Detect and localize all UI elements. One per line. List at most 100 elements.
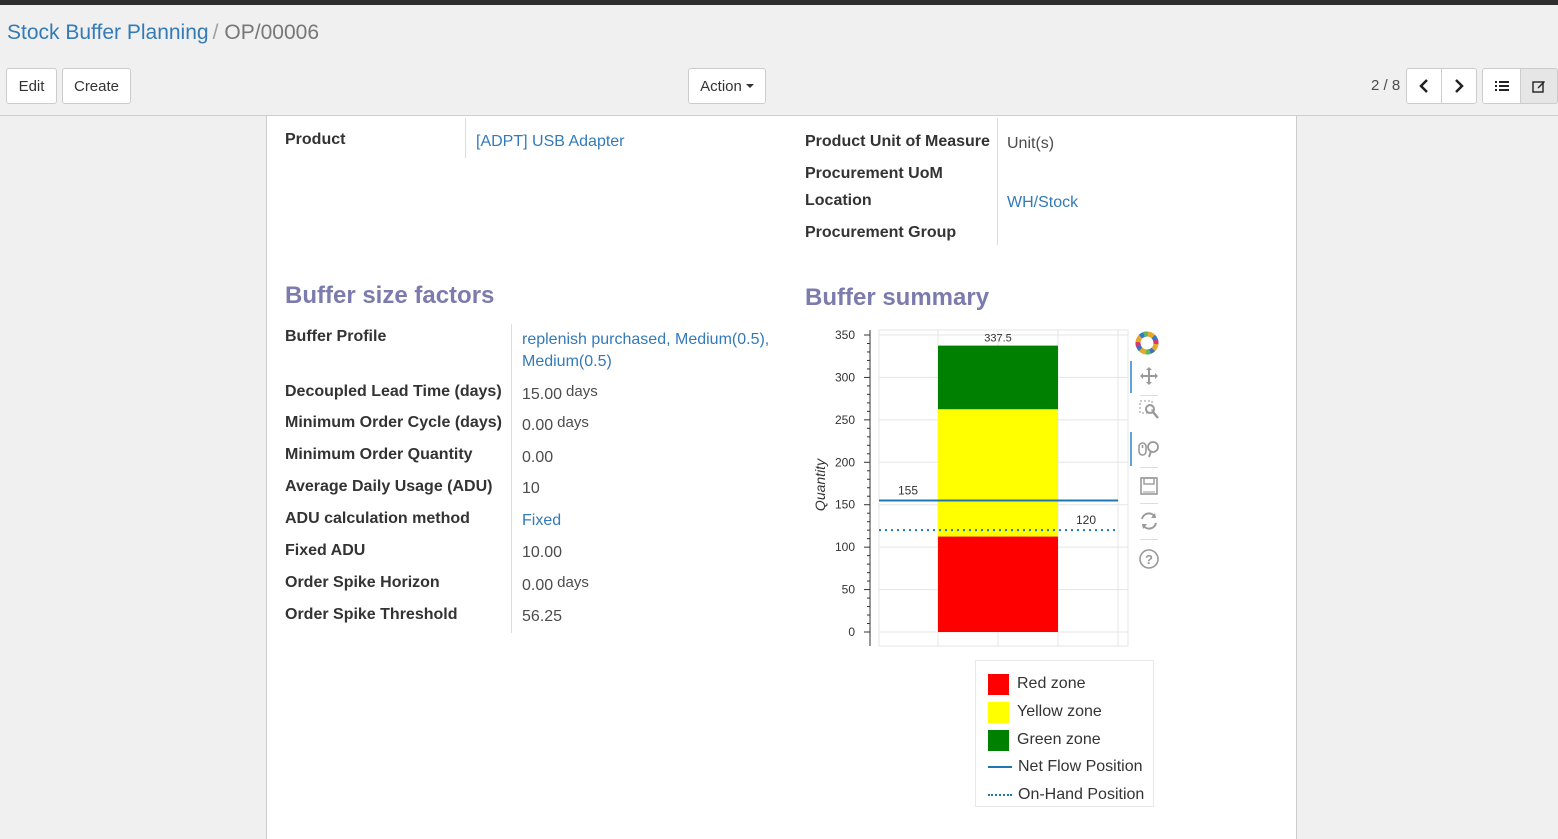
box-zoom-icon[interactable] xyxy=(1137,398,1161,422)
wheel-zoom-icon[interactable] xyxy=(1137,437,1161,461)
legend-label: Net Flow Position xyxy=(1018,758,1143,775)
y-tick-label: 150 xyxy=(835,498,855,512)
legend-label: Red zone xyxy=(1017,675,1086,692)
adu-value: 10 xyxy=(522,480,540,497)
line-data-label: 155 xyxy=(898,483,918,497)
legend-item-on-hand[interactable]: On-Hand Position xyxy=(988,784,1144,806)
red-zone-swatch xyxy=(988,673,1009,695)
chart-bars: 112.5262.5337.5 xyxy=(938,333,1058,632)
clipped-field-text: . . . . . . . xyxy=(1060,106,1115,116)
breadcrumb: Stock Buffer Planning / OP/00006 xyxy=(7,21,319,45)
pan-icon[interactable] xyxy=(1137,364,1161,388)
net-flow-line-swatch xyxy=(988,766,1012,768)
action-label: Action xyxy=(700,77,742,95)
green-zone-swatch xyxy=(988,729,1009,751)
chevron-left-icon xyxy=(1419,79,1428,93)
list-view-button[interactable] xyxy=(1482,68,1521,104)
procurement-group-label: Procurement Group xyxy=(805,224,957,241)
reset-icon[interactable] xyxy=(1137,509,1161,533)
save-icon[interactable] xyxy=(1137,474,1161,498)
edit-icon xyxy=(1532,81,1545,93)
order-spike-horizon-number: 0.00 xyxy=(522,577,554,594)
order-spike-threshold-value: 56.25 xyxy=(522,608,563,625)
control-panel: Stock Buffer Planning / OP/00006 xyxy=(0,5,1558,116)
active-tool-indicator xyxy=(1130,432,1132,466)
adu-method-value-link[interactable]: Fixed xyxy=(522,512,561,530)
create-button[interactable]: Create xyxy=(62,68,131,104)
toolbar-divider xyxy=(1140,467,1158,468)
field-divider xyxy=(997,118,998,245)
legend-item-green-zone[interactable]: Green zone xyxy=(988,729,1101,751)
on-hand-line-swatch xyxy=(988,794,1012,796)
bar-data-label: 337.5 xyxy=(984,333,1012,345)
chart-axis: 0 50 100 150 200 250 300 350 xyxy=(835,328,871,646)
y-tick-label: 200 xyxy=(835,455,855,469)
fixed-adu-value: 10.00 xyxy=(522,544,563,561)
toolbar-divider xyxy=(1140,539,1158,540)
line-data-label: 120 xyxy=(1076,513,1096,527)
legend-item-red-zone[interactable]: Red zone xyxy=(988,673,1086,695)
decoupled-lead-time-label: Decoupled Lead Time (days) xyxy=(285,383,502,400)
location-value-link[interactable]: WH/Stock xyxy=(1007,194,1078,212)
field-divider xyxy=(511,324,512,633)
product-uom-label: Product Unit of Measure xyxy=(805,133,990,150)
min-order-cycle-label: Minimum Order Cycle (days) xyxy=(285,414,502,431)
procurement-uom-label: Procurement UoM xyxy=(805,165,943,182)
list-icon xyxy=(1494,81,1509,91)
buffer-summary-title: Buffer summary xyxy=(805,284,990,311)
breadcrumb-current: OP/00006 xyxy=(224,21,319,44)
adu-label: Average Daily Usage (ADU) xyxy=(285,478,493,495)
y-tick-label: 100 xyxy=(835,540,855,554)
y-axis-label: Quantity xyxy=(812,458,828,511)
buffer-summary-chart: 112.5262.5337.5 155 120 0 50 100 150 200 250 30… xyxy=(812,328,1129,647)
unit-label: days xyxy=(557,574,589,591)
pager-next-button[interactable] xyxy=(1441,68,1477,104)
legend-item-net-flow[interactable]: Net Flow Position xyxy=(988,756,1143,778)
decoupled-lead-time-number: 15.00 xyxy=(522,386,563,403)
svg-text:?: ? xyxy=(1145,552,1153,567)
unit-label: days xyxy=(566,383,598,400)
pager-previous-button[interactable] xyxy=(1406,68,1442,104)
bokeh-logo-icon[interactable] xyxy=(1135,331,1159,355)
order-spike-horizon-value: 0.00 days xyxy=(522,574,589,594)
bar-green-zone xyxy=(938,345,1058,410)
legend-label: Yellow zone xyxy=(1017,703,1102,720)
min-order-cycle-value: 0.00 days xyxy=(522,414,589,434)
bar-yellow-zone xyxy=(938,409,1058,537)
active-tool-indicator xyxy=(1130,361,1132,393)
legend-label: Green zone xyxy=(1017,731,1101,748)
breadcrumb-parent-link[interactable]: Stock Buffer Planning xyxy=(7,21,209,44)
form-view-button[interactable] xyxy=(1520,68,1558,104)
y-tick-label: 350 xyxy=(835,328,855,342)
buffer-profile-line-2: Medium(0.5) xyxy=(522,353,612,370)
buffer-profile-value-link[interactable]: replenish purchased, Medium(0.5), Medium… xyxy=(522,331,769,371)
bar-red-zone xyxy=(938,536,1058,632)
min-order-qty-label: Minimum Order Quantity xyxy=(285,446,473,463)
buffer-profile-line-1: replenish purchased, Medium(0.5), xyxy=(522,331,770,348)
action-dropdown-button[interactable]: Action xyxy=(688,68,766,104)
order-spike-threshold-label: Order Spike Threshold xyxy=(285,606,458,623)
legend-label: On-Hand Position xyxy=(1018,786,1145,803)
order-spike-horizon-label: Order Spike Horizon xyxy=(285,574,440,591)
location-label: Location xyxy=(805,192,872,209)
caret-down-icon xyxy=(745,84,754,88)
buffer-profile-label: Buffer Profile xyxy=(285,328,387,345)
min-order-qty-value: 0.00 xyxy=(522,449,554,466)
y-tick-label: 50 xyxy=(842,583,856,597)
chart-legend: Red zone Yellow zone Green zone Net Flow… xyxy=(975,660,1154,807)
breadcrumb-separator: / xyxy=(212,21,219,44)
yellow-zone-swatch xyxy=(988,701,1009,723)
decoupled-lead-time-value: 15.00 days xyxy=(522,383,598,403)
min-order-cycle-number: 0.00 xyxy=(522,417,554,434)
pager-value: 2 / 8 xyxy=(1371,77,1401,94)
y-tick-label: 0 xyxy=(848,625,855,639)
fixed-adu-label: Fixed ADU xyxy=(285,542,366,559)
legend-item-yellow-zone[interactable]: Yellow zone xyxy=(988,701,1102,723)
toolbar-divider xyxy=(1140,395,1158,396)
buffer-size-factors-title: Buffer size factors xyxy=(285,282,495,309)
product-value-link[interactable]: [ADPT] USB Adapter xyxy=(476,133,625,151)
product-uom-value: Unit(s) xyxy=(1007,135,1055,152)
edit-button[interactable]: Edit xyxy=(6,68,57,104)
field-divider xyxy=(465,118,466,158)
help-icon[interactable]: ? xyxy=(1137,547,1161,571)
